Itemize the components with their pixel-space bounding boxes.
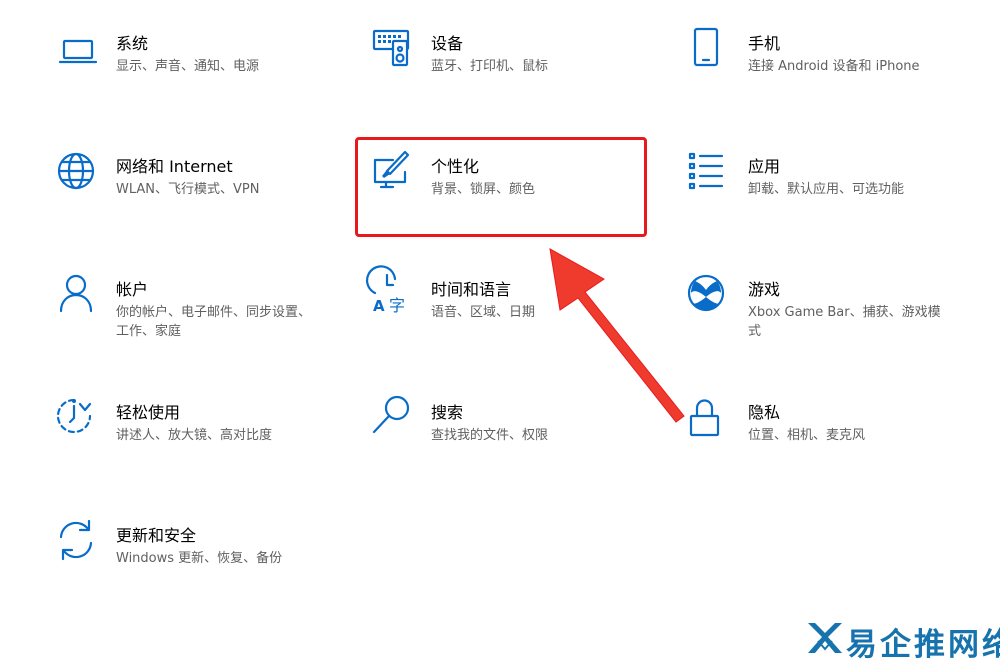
tile-desc: WLAN、飞行模式、VPN bbox=[116, 182, 260, 197]
tile-desc: 位置、相机、麦克风 bbox=[748, 428, 866, 443]
tile-desc: 蓝牙、打印机、鼠标 bbox=[431, 59, 549, 74]
tile-privacy[interactable]: 隐私 位置、相机、麦克风 bbox=[689, 399, 990, 504]
highlight-box bbox=[355, 137, 647, 237]
ease-of-access-icon bbox=[56, 398, 98, 444]
tile-desc: 讲述人、放大镜、高对比度 bbox=[116, 428, 273, 443]
time-language-icon: A 字 bbox=[365, 265, 413, 321]
tile-devices[interactable]: 设备 蓝牙、打印机、鼠标 bbox=[372, 29, 673, 135]
tile-ease-of-access[interactable]: 轻松使用 讲述人、放大镜、高对比度 bbox=[56, 398, 358, 504]
tile-update-security[interactable]: 更新和安全 Windows 更新、恢复、备份 bbox=[58, 519, 358, 627]
tile-desc: 查找我的文件、权限 bbox=[431, 428, 549, 443]
tile-search[interactable]: 搜索 查找我的文件、权限 bbox=[372, 395, 673, 504]
list-icon bbox=[688, 152, 730, 198]
tile-title: 搜索 bbox=[431, 403, 464, 422]
tile-title: 应用 bbox=[748, 157, 781, 176]
tile-title: 帐户 bbox=[116, 280, 149, 299]
tile-desc: 语音、区域、日期 bbox=[431, 305, 536, 320]
svg-text:A: A bbox=[373, 297, 385, 315]
lock-icon bbox=[689, 399, 730, 444]
tile-accounts[interactable]: 帐户 你的帐户、电子邮件、同步设置、工作、家庭 bbox=[58, 274, 358, 381]
phone-icon bbox=[690, 27, 730, 75]
tile-title: 隐私 bbox=[748, 403, 781, 422]
tile-network[interactable]: 网络和 Internet WLAN、飞行模式、VPN bbox=[57, 152, 358, 258]
tile-system[interactable]: 系统 显示、声音、通知、电源 bbox=[58, 34, 358, 135]
keyboard-speaker-icon bbox=[372, 29, 413, 75]
tile-phone[interactable]: 手机 连接 Android 设备和 iPhone bbox=[690, 27, 990, 135]
sync-icon bbox=[58, 519, 98, 567]
tile-title: 手机 bbox=[748, 34, 781, 53]
tile-title: 时间和语言 bbox=[431, 280, 512, 299]
tile-title: 网络和 Internet bbox=[116, 157, 233, 176]
laptop-icon bbox=[58, 35, 98, 75]
tile-desc: Windows 更新、恢复、备份 bbox=[116, 551, 283, 566]
tile-title: 轻松使用 bbox=[116, 403, 181, 422]
tile-time-language[interactable]: A 字 时间和语言 语音、区域、日期 bbox=[365, 265, 673, 381]
xbox-icon bbox=[687, 274, 730, 321]
search-icon bbox=[372, 395, 413, 444]
tile-desc: Xbox Game Bar、捕获、游戏模式 bbox=[748, 305, 941, 339]
tile-desc: 卸载、默认应用、可选功能 bbox=[748, 182, 905, 197]
person-icon bbox=[58, 274, 98, 321]
svg-text:字: 字 bbox=[389, 296, 405, 315]
tile-title: 游戏 bbox=[748, 280, 781, 299]
watermark-text: 易企推网络 bbox=[846, 627, 1000, 663]
globe-icon bbox=[57, 152, 98, 198]
tile-gaming[interactable]: 游戏 Xbox Game Bar、捕获、游戏模式 bbox=[687, 274, 990, 381]
tile-title: 设备 bbox=[431, 34, 464, 53]
tile-title: 更新和安全 bbox=[116, 526, 197, 545]
logo-icon bbox=[808, 623, 842, 653]
tile-desc: 连接 Android 设备和 iPhone bbox=[748, 59, 920, 74]
tile-title: 系统 bbox=[116, 34, 149, 53]
watermark: 易企推网络 bbox=[806, 615, 1000, 663]
tile-apps[interactable]: 应用 卸载、默认应用、可选功能 bbox=[688, 152, 990, 258]
tile-desc: 你的帐户、电子邮件、同步设置、工作、家庭 bbox=[116, 305, 312, 339]
tile-desc: 显示、声音、通知、电源 bbox=[116, 59, 260, 74]
